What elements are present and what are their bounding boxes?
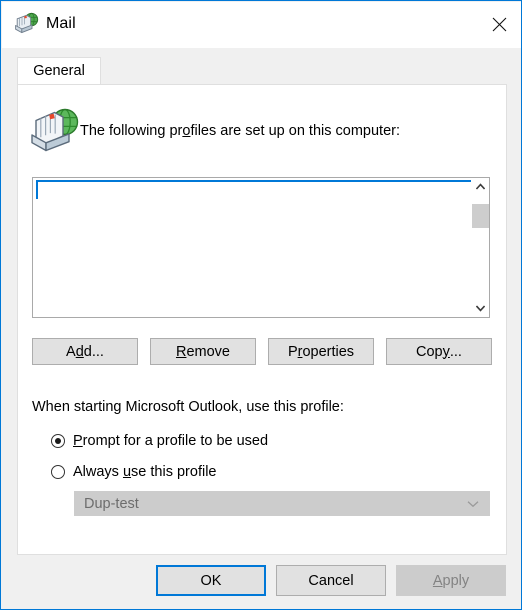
profiles-label-pre: The following pr xyxy=(80,123,183,139)
properties-pre: P xyxy=(287,343,298,360)
radio-prompt-label: Prompt for a profile to be used xyxy=(73,433,268,449)
radio-prompt-post: rompt for a profile to be used xyxy=(82,433,269,449)
list-item[interactable] xyxy=(36,180,471,199)
ok-label: OK xyxy=(200,572,222,589)
copy-accel: y xyxy=(442,343,450,360)
tab-general-label: General xyxy=(33,63,85,79)
default-profile-combobox: Dup-test xyxy=(74,491,490,516)
radio-always-use-profile[interactable]: Always use this profile xyxy=(51,461,216,483)
radio-always-label: Always use this profile xyxy=(73,464,216,480)
profile-actions-row: Ad d... Remove Pr operties Cop y... xyxy=(32,338,492,365)
radio-prompt-accel: P xyxy=(73,433,83,449)
radio-prompt-for-profile[interactable]: Prompt for a profile to be used xyxy=(51,430,268,452)
radio-always-accel: u xyxy=(122,464,132,480)
radio-always-post: se this profile xyxy=(131,464,217,480)
add-post: d... xyxy=(83,343,104,360)
ok-button[interactable]: OK xyxy=(156,565,266,596)
startup-profile-label: When starting Microsoft Outlook, use thi… xyxy=(32,399,344,415)
apply-button: Apply xyxy=(396,565,506,596)
default-profile-value: Dup-test xyxy=(84,495,139,512)
properties-post: operties xyxy=(302,343,355,360)
profiles-list-scrollbar[interactable] xyxy=(471,178,489,317)
mail-profiles-icon xyxy=(13,11,39,37)
profiles-label-post: files are set up on this computer: xyxy=(190,123,400,139)
remove-accel: R xyxy=(175,343,187,360)
window-title: Mail xyxy=(46,15,76,32)
copy-post: ... xyxy=(449,343,462,360)
profiles-listbox[interactable] xyxy=(32,177,490,318)
profiles-description-label: The following profiles are set up on thi… xyxy=(80,123,400,139)
properties-button[interactable]: Pr operties xyxy=(268,338,374,365)
scrollbar-thumb[interactable] xyxy=(472,204,489,228)
radio-prompt-mark[interactable] xyxy=(51,434,65,448)
cancel-button[interactable]: Cancel xyxy=(276,565,386,596)
add-pre: A xyxy=(66,343,76,360)
close-icon[interactable] xyxy=(476,2,521,47)
chevron-down-icon xyxy=(467,500,479,508)
cancel-label: Cancel xyxy=(308,572,354,589)
tab-general[interactable]: General xyxy=(17,57,101,84)
add-accel: d xyxy=(75,343,84,360)
copy-pre: Cop xyxy=(416,343,443,360)
apply-post: pply xyxy=(442,572,470,589)
remove-button[interactable]: Remove xyxy=(150,338,256,365)
copy-button[interactable]: Cop y... xyxy=(386,338,492,365)
add-button[interactable]: Ad d... xyxy=(32,338,138,365)
chevron-up-icon[interactable] xyxy=(472,178,489,195)
chevron-down-icon[interactable] xyxy=(472,300,489,317)
tab-strip: General xyxy=(2,48,521,84)
radio-always-mark[interactable] xyxy=(51,465,65,479)
profiles-list-area[interactable] xyxy=(33,178,472,317)
remove-post: emove xyxy=(186,343,230,360)
title-bar: Mail xyxy=(2,2,521,48)
profiles-card-file-icon xyxy=(27,105,79,157)
apply-accel: A xyxy=(432,572,443,589)
radio-always-pre: Always xyxy=(73,464,123,480)
mail-dialog-window: Mail General The following profiles are … xyxy=(0,0,522,610)
general-tab-panel: The following profiles are set up on thi… xyxy=(17,84,507,555)
